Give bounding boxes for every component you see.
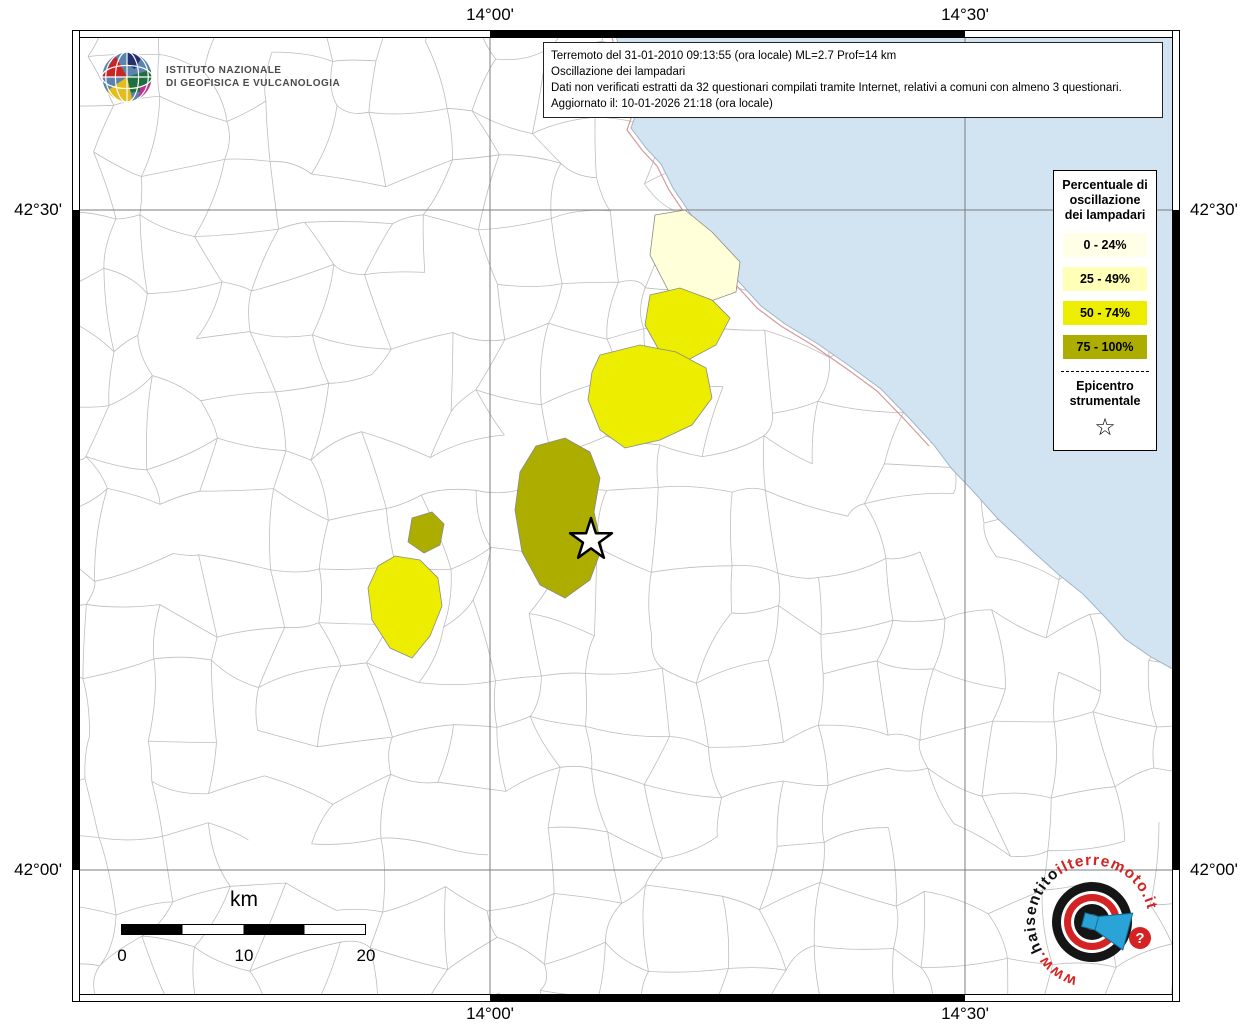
region-intensity-5 (408, 512, 444, 553)
ingv-name-line2: DI GEOFISICA E VULCANOLOGIA (166, 77, 340, 90)
lon-label-top-1400: 14°00' (466, 5, 514, 25)
ingv-name-line1: ISTITUTO NAZIONALE (166, 64, 340, 77)
scalebar-tick-0: 0 (117, 946, 126, 966)
lon-label-top-1430: 14°30' (941, 5, 989, 25)
lat-label-right-4200: 42°00' (1190, 860, 1238, 880)
ingv-name: ISTITUTO NAZIONALE DI GEOFISICA E VULCAN… (166, 64, 340, 90)
question-mark: ? (1135, 930, 1144, 947)
haisentitoilterremoto-logo: ? www.haisentitoilterremoto.it (997, 827, 1187, 1017)
region-intensity-4 (515, 438, 602, 598)
legend-swatch-50-74: 50 - 74% (1063, 301, 1147, 325)
scalebar-unit: km (230, 888, 258, 912)
question-bubble-icon: ? (1129, 927, 1151, 949)
legend-swatch-75-100: 75 - 100% (1063, 335, 1147, 359)
lat-label-left-4230: 42°30' (0, 200, 62, 220)
scalebar-tick-20: 20 (357, 946, 376, 966)
page: 14°00' 14°30' 14°00' 14°30' 42°30' 42°00… (0, 0, 1256, 1024)
lon-label-bottom-1430: 14°30' (941, 1004, 989, 1024)
lat-label-left-4200: 42°00' (0, 860, 62, 880)
legend-epicenter-title: Epicentro strumentale (1059, 379, 1151, 409)
event-info-box: Terremoto del 31-01-2010 09:13:55 (ora l… (543, 42, 1163, 118)
epicenter-star-icon: ☆ (1059, 413, 1151, 441)
scalebar-tick-10: 10 (235, 946, 254, 966)
lat-label-right-4230: 42°30' (1190, 200, 1238, 220)
scalebar (121, 924, 367, 936)
legend-divider (1061, 371, 1149, 372)
event-title: Terremoto del 31-01-2010 09:13:55 (ora l… (551, 48, 1155, 64)
legend-swatch-0-24: 0 - 24% (1063, 233, 1147, 257)
legend: Percentuale di oscillazione dei lampadar… (1053, 170, 1157, 451)
ingv-logo-block: ISTITUTO NAZIONALE DI GEOFISICA E VULCAN… (98, 48, 340, 106)
region-intensity-3 (588, 345, 712, 448)
event-data-note: Dati non verificati estratti da 32 quest… (551, 80, 1155, 96)
legend-swatch-25-49: 25 - 49% (1063, 267, 1147, 291)
ingv-globe-icon (98, 48, 156, 106)
lon-label-bottom-1400: 14°00' (466, 1004, 514, 1024)
event-map-type: Oscillazione dei lampadari (551, 64, 1155, 80)
event-updated-at: Aggiornato il: 10-01-2026 21:18 (ora loc… (551, 96, 1155, 112)
legend-title: Percentuale di oscillazione dei lampadar… (1059, 178, 1151, 223)
